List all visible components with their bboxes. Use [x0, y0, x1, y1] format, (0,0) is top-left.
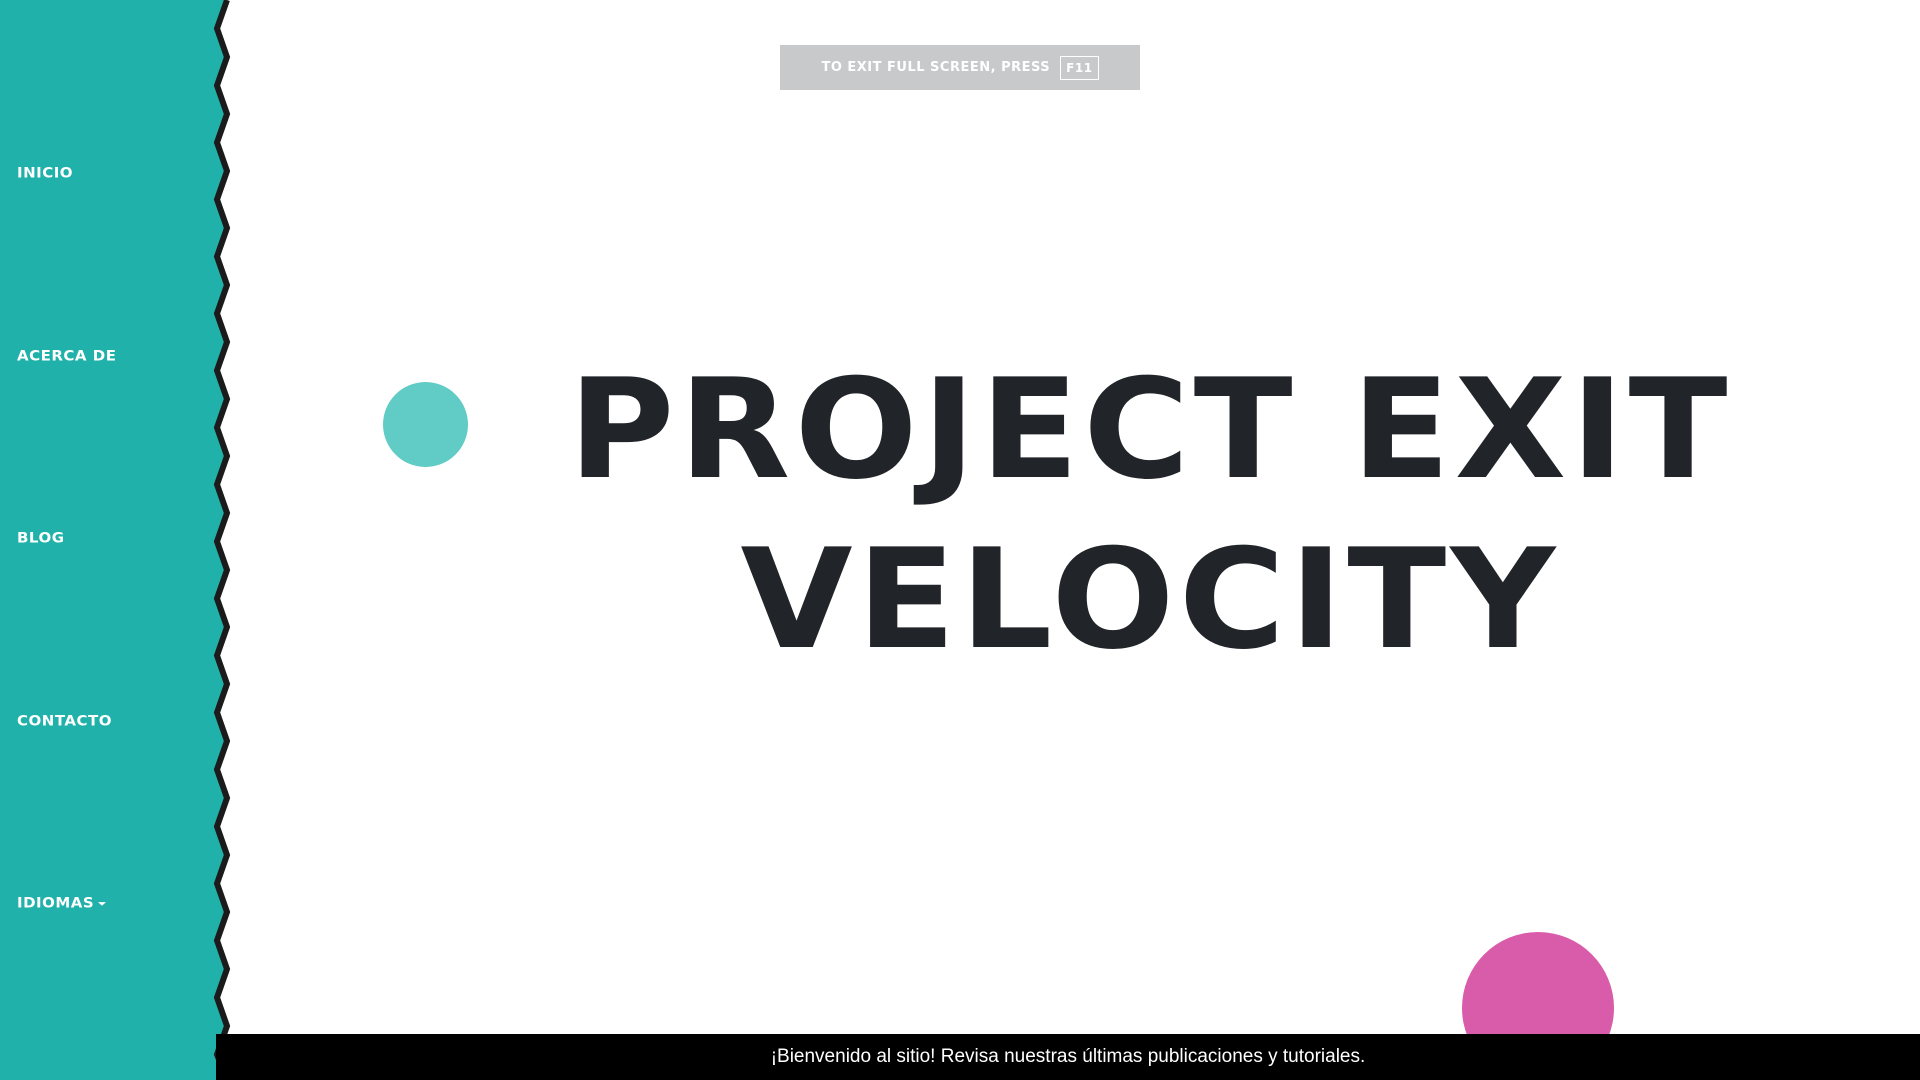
hero-title-line-1: PROJECT EXIT: [568, 349, 1732, 510]
nav-item-label: CONTACTO: [17, 712, 112, 730]
f11-key-badge: F11: [1060, 55, 1099, 80]
nav-item-label: IDIOMAS: [17, 894, 95, 912]
page: INICIO ACERCA DE BLOG CONTACTO IDIOMAS T…: [0, 0, 1920, 1080]
nav-item-idiomas-dropdown[interactable]: IDIOMAS: [17, 894, 107, 912]
nav-item-label: BLOG: [17, 529, 65, 547]
caret-down-icon: [98, 901, 107, 906]
nav-item-contacto[interactable]: CONTACTO: [17, 713, 112, 730]
nav-item-inicio[interactable]: INICIO: [17, 165, 73, 182]
nav-item-label: INICIO: [17, 164, 74, 182]
sidebar-nav: INICIO ACERCA DE BLOG CONTACTO IDIOMAS: [0, 0, 232, 1080]
hero-title: PROJECT EXIT VELOCITY: [489, 345, 1812, 685]
ticker-text: ¡Bienvenido al sitio! Revisa nuestras úl…: [770, 1046, 1366, 1067]
fullscreen-exit-notice: TO EXIT FULL SCREEN, PRESS F11: [780, 45, 1140, 90]
decorative-teal-circle: [383, 382, 468, 467]
fullscreen-notice-text: TO EXIT FULL SCREEN, PRESS: [821, 60, 1051, 75]
announcement-ticker: ¡Bienvenido al sitio! Revisa nuestras úl…: [216, 1034, 1920, 1080]
hero-title-line-2: VELOCITY: [740, 519, 1560, 680]
nav-item-blog[interactable]: BLOG: [17, 530, 65, 547]
nav-item-acerca-de[interactable]: ACERCA DE: [17, 348, 116, 365]
nav-item-label: ACERCA DE: [17, 347, 117, 365]
